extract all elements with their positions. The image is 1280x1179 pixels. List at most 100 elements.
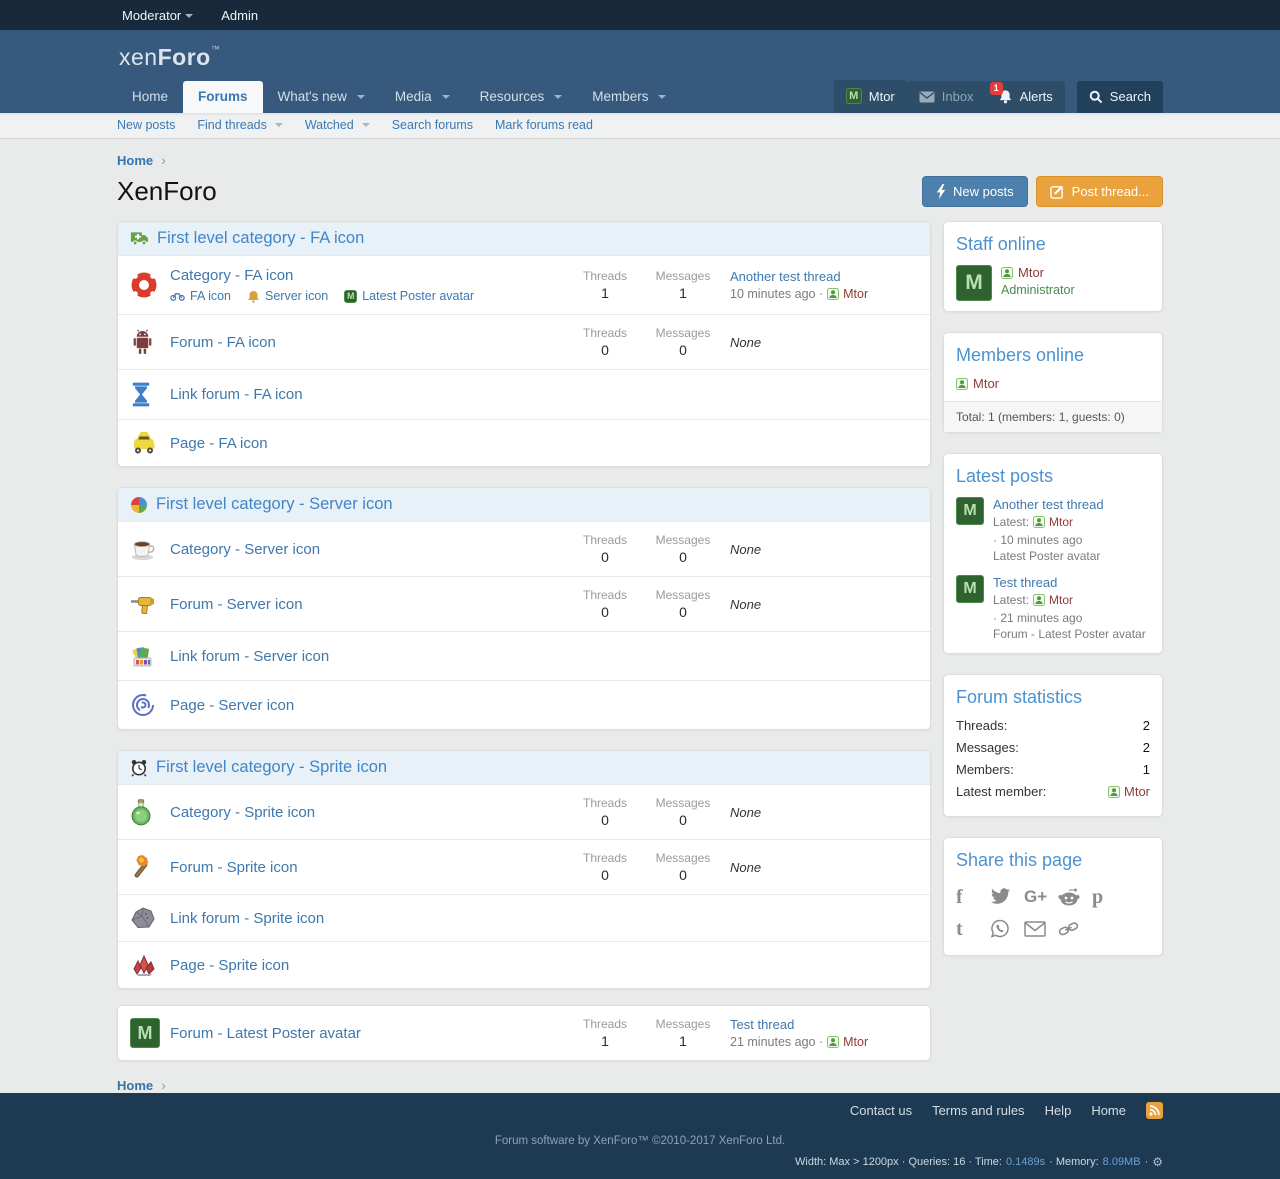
node-title-link[interactable]: Link forum - FA icon xyxy=(170,386,303,403)
chevron-down-icon xyxy=(442,95,450,99)
email-icon[interactable] xyxy=(1024,913,1058,945)
category-title-link[interactable]: First level category - Server icon xyxy=(156,495,393,514)
latest-thread-link[interactable]: Test thread xyxy=(730,1017,918,1032)
node-title-link[interactable]: Forum - FA icon xyxy=(170,334,276,351)
latest-thread-link[interactable]: Another test thread xyxy=(730,269,918,284)
threads-stat: Threads0 xyxy=(566,588,644,620)
username-link[interactable]: Mtor xyxy=(973,376,999,391)
avatar[interactable]: M xyxy=(130,1018,170,1048)
threads-stat: Threads1 xyxy=(566,1017,644,1049)
username-link[interactable]: Mtor xyxy=(843,287,868,301)
node-title-link[interactable]: Category - Sprite icon xyxy=(170,804,315,821)
forum-node-row: Forum - FA icon Threads0 Messages0 None xyxy=(118,314,930,369)
node-title-link[interactable]: Page - FA icon xyxy=(170,435,268,452)
category-block-fa: First level category - FA icon Category … xyxy=(117,221,931,467)
post-thread-button[interactable]: Post thread... xyxy=(1036,176,1163,207)
staff-member: M Mtor Administrator xyxy=(956,265,1150,301)
footer-help-link[interactable]: Help xyxy=(1045,1103,1072,1118)
spiral-icon xyxy=(130,692,170,718)
subnav-new-posts[interactable]: New posts xyxy=(117,118,175,132)
node-title-link[interactable]: Link forum - Server icon xyxy=(170,648,329,665)
node-title-link[interactable]: Category - FA icon xyxy=(170,267,293,284)
avatar: M xyxy=(344,290,357,303)
google-plus-icon[interactable]: G+ xyxy=(1024,881,1058,913)
search-button[interactable]: Search xyxy=(1077,81,1163,113)
twitter-icon[interactable] xyxy=(990,881,1024,913)
avatar[interactable]: M xyxy=(956,497,984,525)
inbox-button[interactable]: Inbox xyxy=(907,81,986,113)
breadcrumb-home[interactable]: Home xyxy=(117,1078,153,1093)
header-account-area: M Mtor Inbox 1 Alerts Search xyxy=(834,80,1163,113)
alerts-button[interactable]: 1 Alerts xyxy=(986,81,1065,113)
node-title-link[interactable]: Forum - Latest Poster avatar xyxy=(170,1025,361,1042)
subnav-find-threads[interactable]: Find threads xyxy=(197,118,282,132)
tab-whats-new[interactable]: What's new xyxy=(263,81,380,113)
footer-contact-link[interactable]: Contact us xyxy=(850,1103,912,1118)
node-title-link[interactable]: Page - Server icon xyxy=(170,697,294,714)
tab-home[interactable]: Home xyxy=(117,81,183,113)
username-link[interactable]: Mtor xyxy=(1124,784,1150,799)
node-title-link[interactable]: Forum - Server icon xyxy=(170,596,303,613)
pinterest-icon[interactable]: p xyxy=(1092,881,1126,913)
username-link[interactable]: Mtor xyxy=(1049,515,1073,529)
user-online-icon xyxy=(1001,267,1013,279)
node-title-link[interactable]: Forum - Sprite icon xyxy=(170,859,298,876)
messages-stat: Messages0 xyxy=(644,588,722,620)
bell-icon: 1 xyxy=(998,89,1013,104)
tab-members[interactable]: Members xyxy=(577,81,681,113)
hourglass-icon xyxy=(130,381,170,408)
ambulance-icon xyxy=(130,231,149,246)
admin-link[interactable]: Admin xyxy=(221,8,258,23)
tumblr-icon[interactable]: t xyxy=(956,913,990,945)
moderator-menu[interactable]: Moderator xyxy=(122,8,193,23)
username-link[interactable]: Mtor xyxy=(1049,593,1073,607)
threads-stat: Threads0 xyxy=(566,851,644,883)
tab-resources[interactable]: Resources xyxy=(465,81,578,113)
page: Moderator Admin xenForo™ Home Forums Wha… xyxy=(0,0,1280,1179)
forum-node-row: Category - FA icon FA icon Server icon xyxy=(118,255,930,314)
tab-forums[interactable]: Forums xyxy=(183,81,263,113)
footer-terms-link[interactable]: Terms and rules xyxy=(932,1103,1024,1118)
latest-post-title[interactable]: Another test thread xyxy=(993,497,1150,512)
subforum-link[interactable]: FA icon xyxy=(170,289,231,303)
subforum-link[interactable]: M Latest Poster avatar xyxy=(344,289,474,303)
avatar[interactable]: M xyxy=(956,575,984,603)
motorcycle-icon xyxy=(170,291,185,301)
coffee-icon xyxy=(130,537,170,561)
whatsapp-icon[interactable] xyxy=(990,913,1024,945)
subnav-search-forums[interactable]: Search forums xyxy=(392,118,473,132)
forum-statistics-block: Forum statistics Threads:2 Messages:2 Me… xyxy=(943,674,1163,817)
category-title-link[interactable]: First level category - FA icon xyxy=(157,229,364,248)
facebook-icon[interactable]: f xyxy=(956,881,990,913)
node-title-link[interactable]: Link forum - Sprite icon xyxy=(170,910,324,927)
subnav-mark-read[interactable]: Mark forums read xyxy=(495,118,593,132)
gear-icon[interactable]: ⚙ xyxy=(1152,1155,1163,1169)
footer-home-link[interactable]: Home xyxy=(1091,1103,1126,1118)
category-title-link[interactable]: First level category - Sprite icon xyxy=(156,758,387,777)
xenforo-logo[interactable]: xenForo™ xyxy=(119,44,220,71)
new-posts-button[interactable]: New posts xyxy=(922,176,1028,207)
messages-stat: Messages0 xyxy=(644,533,722,565)
breadcrumb-home[interactable]: Home xyxy=(117,153,153,168)
rss-icon[interactable] xyxy=(1146,1102,1163,1119)
subforum-link[interactable]: Server icon xyxy=(247,289,328,303)
page-title: XenForo xyxy=(117,176,217,207)
reddit-icon[interactable] xyxy=(1058,881,1092,913)
threads-stat: Threads 1 xyxy=(566,269,644,301)
forum-node-row: Link forum - Sprite icon xyxy=(118,894,930,941)
breadcrumb-separator: › xyxy=(161,152,166,168)
messages-stat: Messages1 xyxy=(644,1017,722,1049)
username-link[interactable]: Mtor xyxy=(843,1035,868,1049)
node-title-link[interactable]: Category - Server icon xyxy=(170,541,320,558)
link-icon[interactable] xyxy=(1058,913,1092,945)
avatar[interactable]: M xyxy=(956,265,992,301)
category-header: First level category - FA icon xyxy=(118,222,930,255)
subnav-watched[interactable]: Watched xyxy=(305,118,370,132)
account-button[interactable]: M Mtor xyxy=(834,80,907,113)
tab-media[interactable]: Media xyxy=(380,81,465,113)
drill-icon xyxy=(130,591,170,617)
messages-stat: Messages0 xyxy=(644,851,722,883)
latest-post-title[interactable]: Test thread xyxy=(993,575,1150,590)
node-title-link[interactable]: Page - Sprite icon xyxy=(170,957,289,974)
username-link[interactable]: Mtor xyxy=(1018,265,1044,280)
